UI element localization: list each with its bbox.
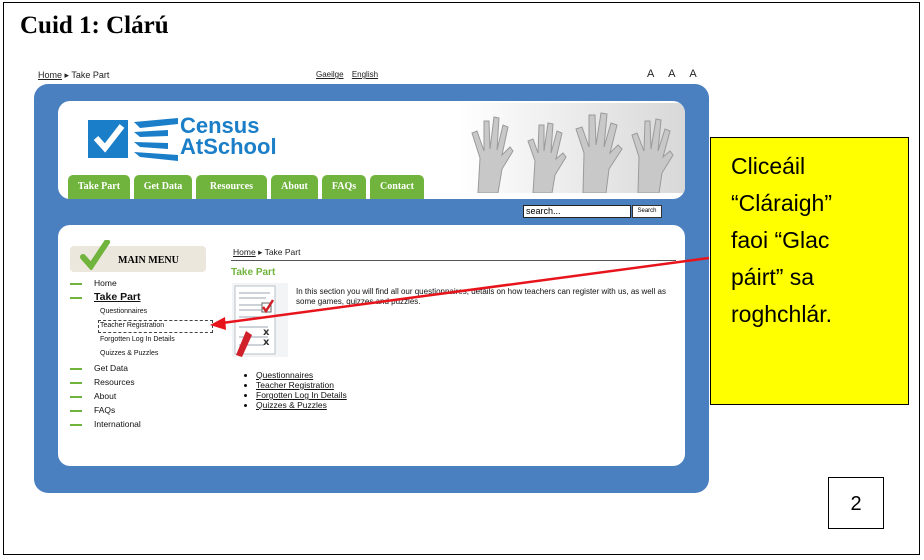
green-check-icon xyxy=(80,240,110,270)
nav-get-data[interactable]: Get Data xyxy=(134,175,192,199)
submenu-forgotten-login[interactable]: Forgotten Log In Details xyxy=(100,336,175,343)
main-breadcrumb: Home ▸ Take Part xyxy=(233,247,300,258)
content-panel: MAIN MENU Home Take Part Questionnaires … xyxy=(58,225,685,466)
menu-bullet-icon xyxy=(70,283,82,285)
callout-line: faoi “Glac xyxy=(731,227,830,253)
callout-line: páirt” sa xyxy=(731,264,815,290)
submenu-quizzes-puzzles[interactable]: Quizzes & Puzzles xyxy=(100,350,158,357)
link-forgotten-login[interactable]: Forgotten Log In Details xyxy=(256,390,347,400)
main-menu-title: MAIN MENU xyxy=(118,255,179,266)
nav-about[interactable]: About xyxy=(271,175,318,199)
main-menu-header: MAIN MENU xyxy=(70,240,206,272)
search-button[interactable]: Search xyxy=(632,205,662,218)
logo-wordmark: Census AtSchool xyxy=(180,113,277,159)
nav-resources[interactable]: Resources xyxy=(196,175,267,199)
website-screenshot: Home ▸ Take Part Gaeilge English A A A C… xyxy=(30,68,713,495)
main-crumb-current: Take Part xyxy=(264,247,301,257)
menu-item-get-data[interactable]: Get Data xyxy=(94,363,128,373)
nav-contact[interactable]: Contact xyxy=(370,175,424,199)
callout-line: roghchlár. xyxy=(731,301,833,327)
nav-take-part[interactable]: Take Part xyxy=(68,175,130,199)
menu-item-international[interactable]: International xyxy=(94,419,141,429)
callout-line: Cliceáil xyxy=(731,153,806,179)
submenu-questionnaires[interactable]: Questionnaires xyxy=(100,308,147,315)
section-links: Questionnaires Teacher Registration Forg… xyxy=(246,370,347,410)
menu-bullet-icon xyxy=(70,382,82,384)
menu-item-resources[interactable]: Resources xyxy=(94,377,135,387)
search-input[interactable]: search... xyxy=(523,205,631,218)
link-questionnaires[interactable]: Questionnaires xyxy=(256,370,347,380)
link-teacher-registration[interactable]: Teacher Registration xyxy=(256,380,347,390)
svg-text:x: x xyxy=(263,337,270,348)
text-size-icons[interactable]: A A A xyxy=(647,68,703,80)
menu-item-faqs[interactable]: FAQs xyxy=(94,405,115,415)
menu-bullet-icon xyxy=(70,396,82,398)
site-header: Census AtSchool Take Part Get Data Resou… xyxy=(58,101,685,199)
menu-bullet-icon xyxy=(70,424,82,426)
menu-item-about[interactable]: About xyxy=(94,391,116,401)
menu-item-home[interactable]: Home xyxy=(94,278,117,288)
link-quizzes-puzzles[interactable]: Quizzes & Puzzles xyxy=(256,400,347,410)
page-title: Take Part xyxy=(231,267,276,278)
intro-text: In this section you will find all our qu… xyxy=(296,287,666,306)
menu-bullet-icon xyxy=(70,368,82,370)
highlight-box xyxy=(98,320,213,333)
section-heading: Cuid 1: Clárú xyxy=(20,12,169,39)
language-switch: Gaeilge English xyxy=(316,70,384,79)
menu-item-take-part[interactable]: Take Part xyxy=(94,291,141,303)
questionnaire-image: x x xyxy=(232,283,288,357)
top-breadcrumb: Home ▸ Take Part xyxy=(38,70,109,81)
menu-bullet-icon xyxy=(70,410,82,412)
page-number: 2 xyxy=(828,477,884,529)
instruction-callout: Cliceáil “Cláraigh” faoi “Glac páirt” sa… xyxy=(710,137,909,405)
nav-faqs[interactable]: FAQs xyxy=(322,175,366,199)
site-topbar: Home ▸ Take Part Gaeilge English A A A xyxy=(30,68,713,82)
raised-hands-image xyxy=(458,103,685,193)
top-crumb-home-link[interactable]: Home xyxy=(38,70,62,80)
callout-line: “Cláraigh” xyxy=(731,190,832,216)
census-logo-icon xyxy=(88,118,178,161)
crumb-separator-icon: ▸ xyxy=(64,70,70,80)
main-crumb-home-link[interactable]: Home xyxy=(233,247,256,257)
crumb-separator-icon: ▸ xyxy=(258,247,263,257)
menu-bullet-icon xyxy=(70,297,82,299)
divider xyxy=(231,260,676,261)
site-blue-frame: Census AtSchool Take Part Get Data Resou… xyxy=(34,84,709,493)
top-crumb-current: Take Part xyxy=(71,70,110,80)
lang-irish-link[interactable]: Gaeilge xyxy=(316,70,344,79)
lang-english-link[interactable]: English xyxy=(352,70,378,79)
